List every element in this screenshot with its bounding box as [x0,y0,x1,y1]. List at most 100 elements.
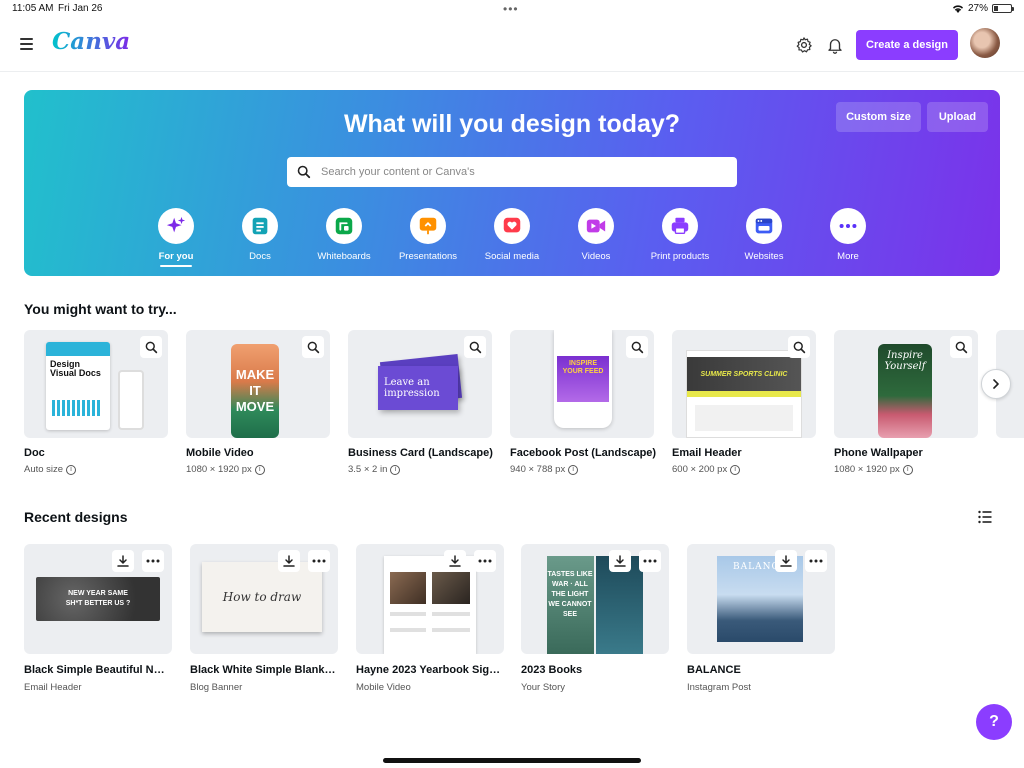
category-more[interactable]: More [806,208,890,262]
doc-bar-chart [52,400,102,416]
canva-logo[interactable]: Canva [52,28,130,55]
recent-design-card[interactable]: BALANCE BALANCE Instagram Post [687,544,835,693]
download-icon [283,555,295,567]
recent-thumb-text: BALANCE [733,562,787,572]
recent-design-name: Black Simple Beautiful Nat... [24,664,170,676]
category-label: Presentations [398,251,458,262]
more-options-button[interactable] [805,550,827,572]
category-presentations[interactable]: Presentations [386,208,470,262]
doc-page-preview: Design Visual Docs [46,342,110,430]
category-icon-wrap [410,208,446,244]
recent-design-card[interactable]: NEW YEAR SAME SH*T BETTER US ? Black Sim… [24,544,172,693]
recent-design-card[interactable]: TASTES LIKE WAR · ALL THE LIGHT WE CANNO… [521,544,669,693]
try-card-size-text: Auto size [24,464,64,475]
try-card-facebook-post[interactable]: INSPIRE YOUR FEED Facebook Post (Landsca… [510,330,656,475]
recent-design-card[interactable]: Hayne 2023 Yearbook Sign... Mobile Video [356,544,504,693]
info-icon[interactable]: i [66,464,77,475]
preview-zoom-button[interactable] [626,336,648,358]
recent-thumb-text: NEW YEAR SAME SH*T BETTER US ? [65,590,131,607]
home-indicator[interactable] [383,758,641,763]
recent-design-name: 2023 Books [521,664,583,676]
notifications-bell-icon[interactable] [826,36,844,54]
hamburger-menu-icon[interactable] [20,38,33,50]
category-icon-wrap [578,208,614,244]
battery-fill [994,6,999,11]
business-card-thumb-text: Leave an impression [384,377,440,399]
category-print-products[interactable]: Print products [638,208,722,262]
more-options-button[interactable] [142,550,164,572]
download-button[interactable] [775,550,797,572]
download-button[interactable] [112,550,134,572]
try-card-size: Auto size i [24,464,168,475]
try-card-phone-wallpaper[interactable]: Inspire Yourself Phone Wallpaper 1080 × … [834,330,978,475]
more-horizontal-icon [643,559,657,563]
search-input[interactable] [321,166,737,178]
try-card-size: 3.5 × 2 in i [348,464,492,475]
carousel-next-button[interactable] [981,369,1011,399]
category-whiteboards[interactable]: Whiteboards [302,208,386,262]
more-options-button[interactable] [639,550,661,572]
try-card-doc[interactable]: Design Visual Docs Doc Auto size i [24,330,168,475]
category-icon-wrap [662,208,698,244]
category-label: Websites [744,251,784,262]
settings-gear-icon[interactable] [795,36,813,54]
custom-size-button[interactable]: Custom size [836,102,921,132]
blog-banner-preview: How to draw [202,562,322,632]
info-icon[interactable]: i [902,464,913,475]
try-card-size-text: 1080 × 1920 px [186,464,252,475]
category-docs[interactable]: Docs [218,208,302,262]
preview-zoom-button[interactable] [950,336,972,358]
try-card-name: Business Card (Landscape) [348,447,493,459]
try-card-size: 1080 × 1920 px i [834,464,978,475]
create-design-button[interactable]: Create a design [856,30,958,60]
phone-preview: Inspire Yourself [878,344,932,438]
try-card-email-header[interactable]: SUMMER SPORTS CLINIC Email Header 600 × … [672,330,816,475]
magnifier-icon [631,341,643,353]
status-bar: 11:05 AM Fri Jan 26 ••• 27% [0,0,1024,18]
download-button[interactable] [609,550,631,572]
preview-zoom-button[interactable] [464,336,486,358]
try-card-mobile-video[interactable]: MAKE IT MOVE Mobile Video 1080 × 1920 px… [186,330,330,475]
multitask-dots-icon[interactable]: ••• [503,2,519,16]
magnifier-icon [793,341,805,353]
try-card-size-text: 3.5 × 2 in [348,464,388,475]
try-thumbnail: Inspire Yourself [834,330,978,438]
recent-design-name: Black White Simple Blank P... [190,664,336,676]
list-view-icon[interactable] [978,510,992,524]
video-icon [586,219,606,233]
try-card-size: 1080 × 1920 px i [186,464,330,475]
help-button[interactable]: ? [976,704,1012,740]
user-avatar[interactable] [970,28,1000,58]
info-icon[interactable]: i [254,464,265,475]
recent-section-title: Recent designs [24,509,128,525]
more-options-button[interactable] [474,550,496,572]
info-icon[interactable]: i [390,464,401,475]
upload-button[interactable]: Upload [927,102,988,132]
category-social-media[interactable]: Social media [470,208,554,262]
category-videos[interactable]: Videos [554,208,638,262]
try-card-name: Doc [24,447,45,459]
website-icon [755,218,773,234]
preview-zoom-button[interactable] [788,336,810,358]
preview-zoom-button[interactable] [302,336,324,358]
search-bar[interactable] [287,157,737,187]
category-for-you[interactable]: For you [134,208,218,267]
facebook-post-image: INSPIRE YOUR FEED [557,356,609,402]
recent-design-card[interactable]: How to draw Black White Simple Blank P..… [190,544,338,693]
magnifier-icon [955,341,967,353]
recent-design-type: Instagram Post [687,682,751,693]
recent-thumbnail: NEW YEAR SAME SH*T BETTER US ? [24,544,172,654]
more-options-button[interactable] [308,550,330,572]
download-icon [780,555,792,567]
try-thumbnail: INSPIRE YOUR FEED [510,330,654,438]
chevron-right-icon [993,379,999,389]
info-icon[interactable]: i [568,464,579,475]
try-card-business-card[interactable]: Leave an impression Business Card (Lands… [348,330,493,475]
recent-thumbnail: BALANCE [687,544,835,654]
download-button[interactable] [278,550,300,572]
info-icon[interactable]: i [730,464,741,475]
recent-design-type: Your Story [521,682,566,693]
preview-zoom-button[interactable] [140,336,162,358]
download-button[interactable] [444,550,466,572]
category-websites[interactable]: Websites [722,208,806,262]
